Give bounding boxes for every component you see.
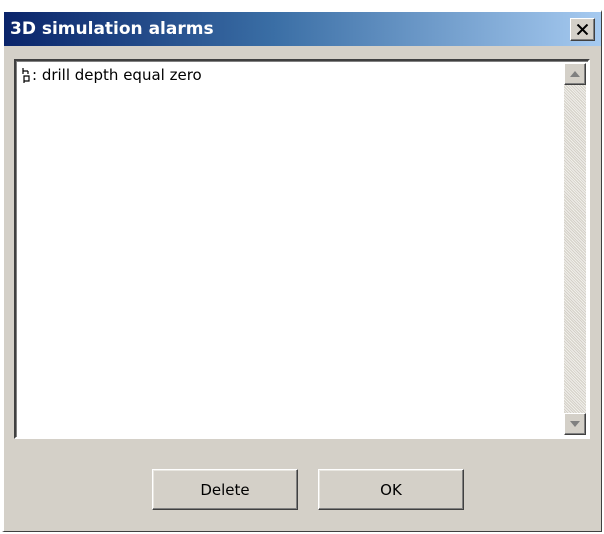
arrow-down-icon xyxy=(570,421,580,427)
ok-button[interactable]: OK xyxy=(318,469,464,510)
window-title: 3D simulation alarms xyxy=(10,19,214,39)
alarm-marker-icon xyxy=(22,68,30,83)
dialog-body: : drill depth equal zero Delete OK xyxy=(4,46,601,531)
arrow-up-icon xyxy=(570,71,580,77)
list-item[interactable]: : drill depth equal zero xyxy=(22,66,202,84)
alarm-text: : drill depth equal zero xyxy=(32,66,202,84)
alarms-list[interactable]: : drill depth equal zero xyxy=(14,59,590,439)
scroll-up-button[interactable] xyxy=(564,63,586,85)
scroll-down-button[interactable] xyxy=(564,413,586,435)
close-icon xyxy=(576,24,589,35)
close-button[interactable] xyxy=(570,18,595,41)
alarms-dialog: 3D simulation alarms : drill depth equal… xyxy=(2,10,602,532)
title-bar[interactable]: 3D simulation alarms xyxy=(4,12,601,46)
vertical-scrollbar[interactable] xyxy=(564,63,586,435)
delete-button[interactable]: Delete xyxy=(152,469,298,510)
